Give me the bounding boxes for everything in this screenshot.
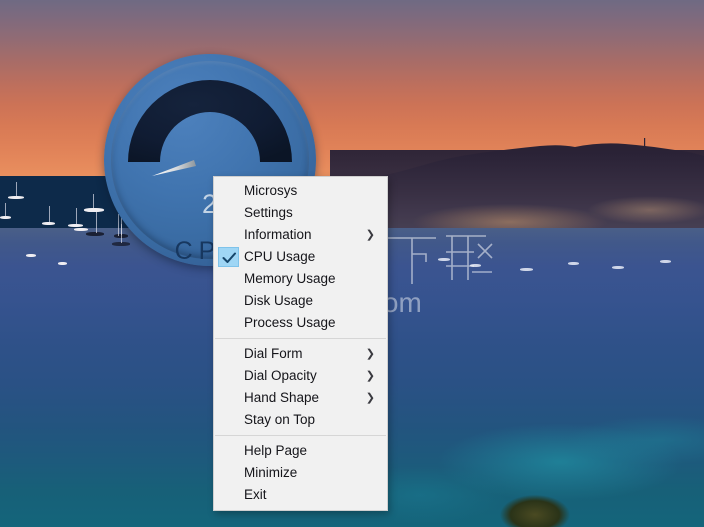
dial-context-menu[interactable]: Microsys Settings Information ❯ CPU Usag… bbox=[213, 176, 388, 511]
menu-item-microsys[interactable]: Microsys bbox=[214, 180, 387, 202]
boat bbox=[520, 268, 533, 271]
boat bbox=[86, 232, 104, 236]
menu-item-label: Exit bbox=[244, 487, 267, 502]
menu-item-label: Disk Usage bbox=[244, 293, 314, 308]
menu-item-minimize[interactable]: Minimize bbox=[214, 462, 387, 484]
menu-item-disk-usage[interactable]: Disk Usage bbox=[214, 290, 387, 312]
menu-item-information[interactable]: Information ❯ bbox=[214, 224, 387, 246]
menu-item-label: Stay on Top bbox=[244, 412, 316, 427]
boat-mast bbox=[49, 206, 50, 223]
menu-item-dial-opacity[interactable]: Dial Opacity ❯ bbox=[214, 365, 387, 387]
menu-item-label: Settings bbox=[244, 205, 293, 220]
menu-item-exit[interactable]: Exit bbox=[214, 484, 387, 506]
menu-item-dial-form[interactable]: Dial Form ❯ bbox=[214, 343, 387, 365]
menu-item-label: Information bbox=[244, 227, 312, 242]
menu-item-help-page[interactable]: Help Page bbox=[214, 440, 387, 462]
menu-item-label: Dial Opacity bbox=[244, 368, 317, 383]
check-icon bbox=[218, 247, 239, 267]
menu-item-label: Help Page bbox=[244, 443, 308, 458]
boat bbox=[470, 264, 481, 267]
menu-item-label: CPU Usage bbox=[244, 249, 316, 264]
boat bbox=[58, 262, 67, 265]
menu-item-settings[interactable]: Settings bbox=[214, 202, 387, 224]
menu-item-hand-shape[interactable]: Hand Shape ❯ bbox=[214, 387, 387, 409]
chevron-right-icon: ❯ bbox=[365, 348, 375, 360]
menu-item-label: Hand Shape bbox=[244, 390, 320, 405]
boat bbox=[438, 258, 450, 261]
menu-item-label: Memory Usage bbox=[244, 271, 336, 286]
menu-item-label: Minimize bbox=[244, 465, 298, 480]
boat-mast bbox=[96, 212, 97, 233]
boat bbox=[26, 254, 36, 257]
boat-mast bbox=[76, 208, 77, 225]
boat bbox=[612, 266, 624, 269]
chevron-right-icon: ❯ bbox=[365, 392, 375, 404]
chevron-right-icon: ❯ bbox=[365, 229, 375, 241]
boat bbox=[568, 262, 579, 265]
boat-mast bbox=[5, 203, 6, 217]
boat bbox=[660, 260, 671, 263]
menu-item-memory-usage[interactable]: Memory Usage bbox=[214, 268, 387, 290]
menu-item-label: Process Usage bbox=[244, 315, 336, 330]
menu-item-process-usage[interactable]: Process Usage bbox=[214, 312, 387, 334]
desktop-screen: 2 CPU anxz.com Micros bbox=[0, 0, 704, 527]
boat-mast bbox=[16, 182, 17, 197]
menu-item-stay-on-top[interactable]: Stay on Top bbox=[214, 409, 387, 431]
boat bbox=[84, 208, 104, 212]
menu-item-label: Dial Form bbox=[244, 346, 303, 361]
menu-separator bbox=[215, 435, 386, 436]
menu-separator bbox=[215, 338, 386, 339]
chevron-right-icon: ❯ bbox=[365, 370, 375, 382]
foreground-tree bbox=[500, 492, 570, 527]
menu-item-label: Microsys bbox=[244, 183, 298, 198]
boat bbox=[74, 228, 88, 231]
menu-item-cpu-usage[interactable]: CPU Usage bbox=[214, 246, 387, 268]
